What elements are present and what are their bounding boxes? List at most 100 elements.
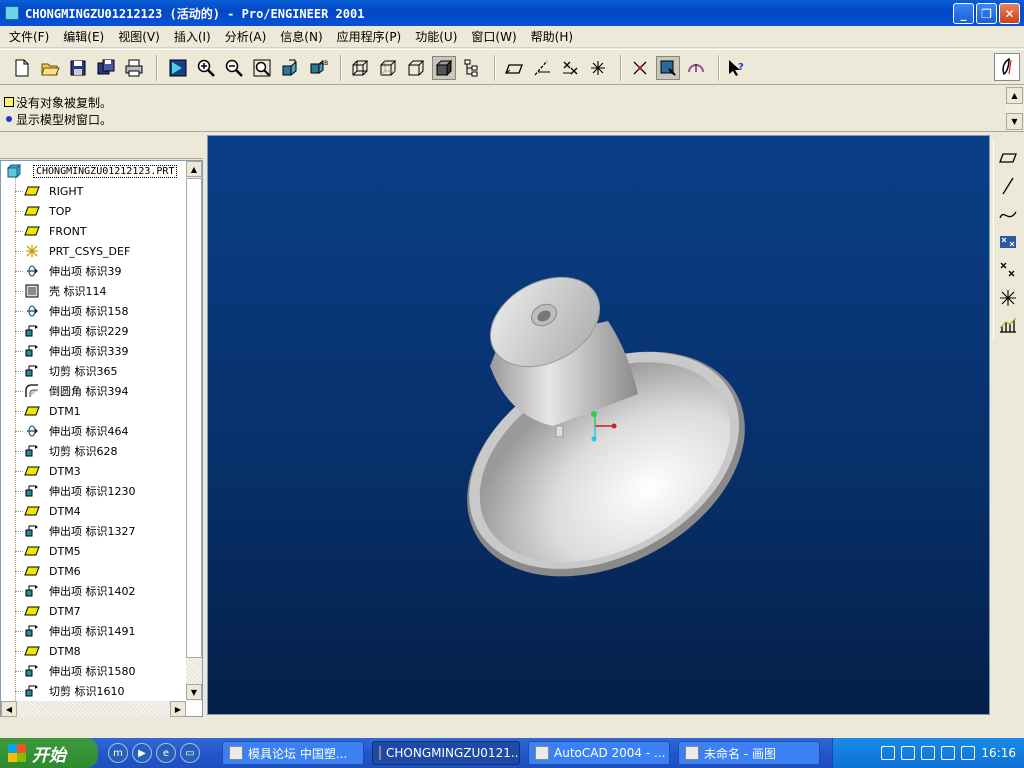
menu-utilities[interactable]: 功能(U) <box>408 28 464 45</box>
message-scrollbar[interactable]: ▲ ▼ <box>1006 87 1023 130</box>
view-mode-icon[interactable] <box>656 56 680 80</box>
tree-item[interactable]: 倒圆角 标识394 <box>23 382 129 400</box>
help-tray-icon[interactable] <box>901 746 916 760</box>
save-icon[interactable] <box>66 56 90 80</box>
tree-scroll-right-icon[interactable]: ▶ <box>170 701 186 717</box>
tree-item[interactable]: 伸出项 标识464 <box>23 422 129 440</box>
tree-item[interactable]: 伸出项 标识339 <box>23 342 129 360</box>
tree-item[interactable]: 伸出项 标识1230 <box>23 482 136 500</box>
tree-item[interactable]: 伸出项 标识158 <box>23 302 129 320</box>
task-autocad[interactable]: AutoCAD 2004 - ... <box>528 741 670 765</box>
sketch-icon[interactable] <box>684 56 708 80</box>
tree-scroll-up-icon[interactable]: ▲ <box>186 161 202 177</box>
menu-insert[interactable]: 插入(I) <box>167 28 218 45</box>
tree-scroll-thumb[interactable] <box>186 178 202 658</box>
tree-item[interactable]: 切剪 标识365 <box>23 362 118 380</box>
menu-applications[interactable]: 应用程序(P) <box>330 28 409 45</box>
revolve-icon <box>23 423 41 439</box>
menu-edit[interactable]: 编辑(E) <box>56 28 111 45</box>
datum-axes-icon[interactable] <box>530 56 554 80</box>
task-proe[interactable]: CHONGMINGZU0121... <box>372 741 520 765</box>
tree-vertical-scrollbar[interactable]: ▲ ▼ <box>186 161 202 701</box>
refit-icon[interactable] <box>250 56 274 80</box>
tree-item-label: 伸出项 标识158 <box>49 305 129 318</box>
tree-item[interactable]: 伸出项 标识1402 <box>23 582 136 600</box>
datum-plane-tool-icon[interactable] <box>996 146 1020 170</box>
keyboard-icon[interactable] <box>881 746 896 760</box>
input-method-icon[interactable] <box>921 746 936 760</box>
tree-scroll-down-icon[interactable]: ▼ <box>186 684 202 700</box>
minimize-button[interactable]: _ <box>953 3 974 24</box>
tree-item[interactable]: 切剪 标识628 <box>23 442 118 460</box>
close-button[interactable]: ✕ <box>999 3 1020 24</box>
zoom-out-icon[interactable] <box>222 56 246 80</box>
start-button[interactable]: 开始 <box>0 738 98 768</box>
tree-horizontal-scrollbar[interactable]: ◀ ▶ <box>1 701 186 717</box>
tree-item[interactable]: DTM5 <box>23 542 81 560</box>
menu-window[interactable]: 窗口(W) <box>464 28 523 45</box>
tree-item[interactable]: DTM6 <box>23 562 81 580</box>
graphics-viewport[interactable] <box>207 135 990 715</box>
tree-item[interactable]: 伸出项 标识1580 <box>23 662 136 680</box>
task-forum[interactable]: 模具论坛 中国塑... <box>222 741 364 765</box>
repaint-icon[interactable] <box>166 56 190 80</box>
wireframe-icon[interactable] <box>348 56 372 80</box>
tree-item[interactable]: 伸出项 标识229 <box>23 322 129 340</box>
whats-this-icon[interactable]: ? <box>724 56 748 80</box>
tree-item[interactable]: 壳 标识114 <box>23 282 107 300</box>
tree-root[interactable]: CHONGMINGZU01212123.PRT <box>5 162 178 180</box>
tree-item[interactable]: DTM1 <box>23 402 81 420</box>
shading-icon[interactable] <box>432 56 456 80</box>
hidden-line-icon[interactable] <box>376 56 400 80</box>
menu-help[interactable]: 帮助(H) <box>524 28 580 45</box>
maximize-button[interactable]: ❐ <box>976 3 997 24</box>
no-hidden-icon[interactable] <box>404 56 428 80</box>
scroll-down-icon[interactable]: ▼ <box>1006 113 1023 130</box>
menu-info[interactable]: 信息(N) <box>273 28 329 45</box>
menu-file[interactable]: 文件(F) <box>2 28 56 45</box>
datum-planes-icon[interactable] <box>502 56 526 80</box>
tree-item[interactable]: DTM7 <box>23 602 81 620</box>
tree-item[interactable]: RIGHT <box>23 182 83 200</box>
tree-item[interactable]: PRT_CSYS_DEF <box>23 242 130 260</box>
datum-axis-tool-icon[interactable] <box>996 174 1020 198</box>
datum-points-icon[interactable] <box>558 56 582 80</box>
tree-item[interactable]: 伸出项 标识1327 <box>23 522 136 540</box>
maxthon-icon[interactable]: m <box>108 743 128 763</box>
datum-point-offset-icon[interactable] <box>996 258 1020 282</box>
tree-item[interactable]: TOP <box>23 202 71 220</box>
tree-item[interactable]: 伸出项 标识39 <box>23 262 122 280</box>
menu-analysis[interactable]: 分析(A) <box>218 28 274 45</box>
zoom-in-icon[interactable] <box>194 56 218 80</box>
datum-curve-tool-icon[interactable] <box>996 202 1020 226</box>
task-paint[interactable]: 未命名 - 画图 <box>678 741 820 765</box>
scroll-up-icon[interactable]: ▲ <box>1006 87 1023 104</box>
browser-icon[interactable]: e <box>156 743 176 763</box>
new-icon[interactable] <box>10 56 34 80</box>
antivirus-icon[interactable] <box>961 746 976 760</box>
datum-point-tool-icon[interactable] <box>996 230 1020 254</box>
analysis-tool-icon[interactable] <box>996 314 1020 338</box>
network-icon[interactable] <box>941 746 956 760</box>
tree-item[interactable]: FRONT <box>23 222 87 240</box>
orient-icon[interactable] <box>278 56 302 80</box>
tree-item[interactable]: 切剪 标识1610 <box>23 682 125 700</box>
tree-item[interactable]: DTM8 <box>23 642 81 660</box>
csys-tool-icon[interactable] <box>996 286 1020 310</box>
tree-item[interactable]: DTM3 <box>23 462 81 480</box>
saved-views-icon[interactable]: AB <box>306 56 330 80</box>
coord-sys-icon[interactable] <box>586 56 610 80</box>
tree-root-label: CHONGMINGZU01212123.PRT <box>33 164 178 178</box>
tree-item[interactable]: 伸出项 标识1491 <box>23 622 136 640</box>
media-player-icon[interactable]: ▶ <box>132 743 152 763</box>
print-icon[interactable] <box>122 56 146 80</box>
menu-view[interactable]: 视图(V) <box>111 28 167 45</box>
desktop-icon[interactable]: ▭ <box>180 743 200 763</box>
spin-center-icon[interactable] <box>628 56 652 80</box>
tree-scroll-left-icon[interactable]: ◀ <box>1 701 17 717</box>
save-copy-icon[interactable] <box>94 56 118 80</box>
tree-item[interactable]: DTM4 <box>23 502 81 520</box>
extrude-icon <box>23 663 41 679</box>
open-icon[interactable] <box>38 56 62 80</box>
model-tree-icon[interactable] <box>460 56 484 80</box>
